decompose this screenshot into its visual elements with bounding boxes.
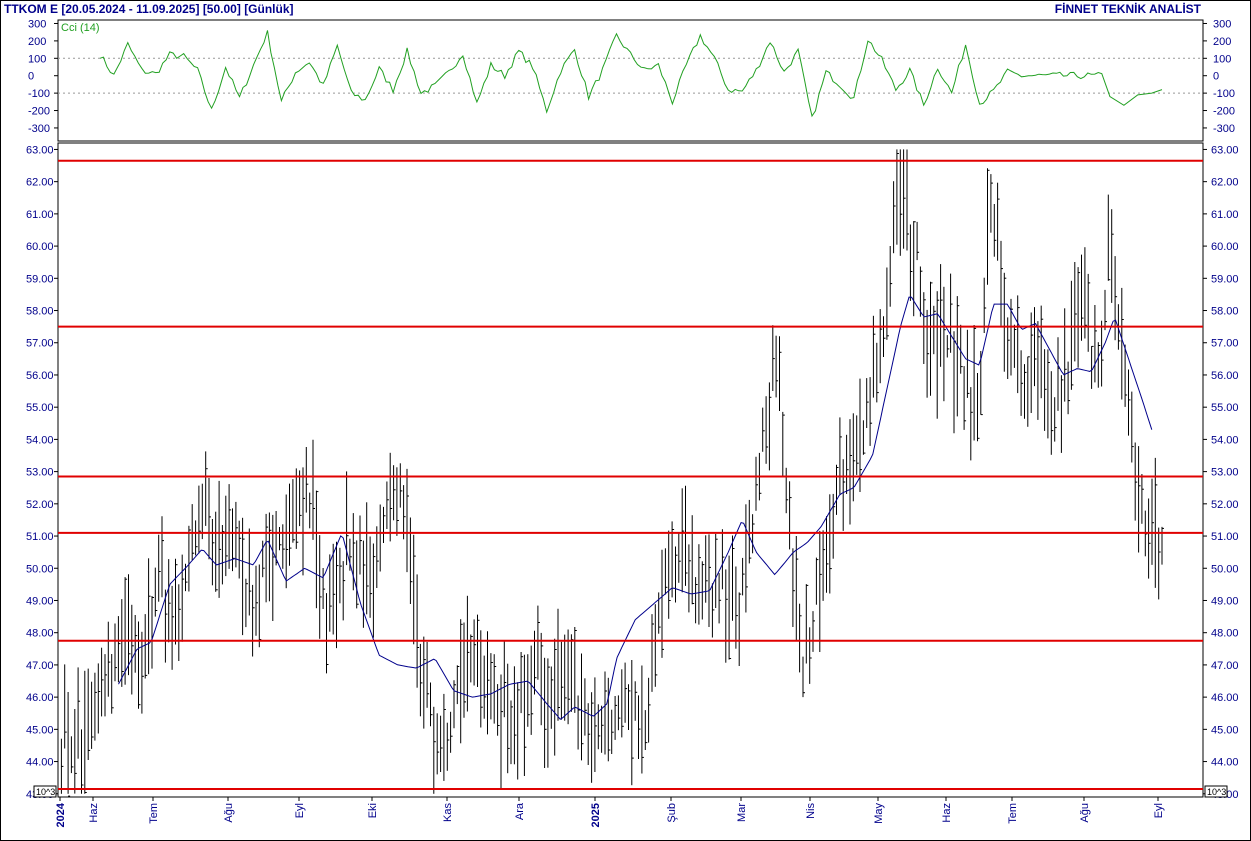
brand-label: FİNNET TEKNİK ANALİST bbox=[1054, 2, 1201, 16]
cci-line bbox=[99, 30, 1163, 118]
x-label-11: Nis bbox=[805, 803, 817, 819]
price-tick-right-7: 56.00 bbox=[1211, 370, 1239, 382]
x-label-6: Kas bbox=[442, 803, 454, 822]
price-tick-left-14: 49.00 bbox=[26, 595, 54, 607]
symbol-label: TTKOM E bbox=[4, 2, 58, 16]
price-tick-right-1: 62.00 bbox=[1211, 177, 1239, 189]
price-tick-right-17: 46.00 bbox=[1211, 692, 1239, 704]
price-tick-left-6: 57.00 bbox=[26, 338, 54, 350]
cci-tick-right-0: 300 bbox=[1213, 18, 1231, 30]
scale-label-right: 10^3 bbox=[1207, 787, 1226, 797]
price-tick-right-4: 59.00 bbox=[1211, 273, 1239, 285]
price-tick-left-15: 48.00 bbox=[26, 628, 54, 640]
cci-tick-right-2: 100 bbox=[1213, 53, 1231, 65]
price-tick-right-14: 49.00 bbox=[1211, 595, 1239, 607]
price-tick-right-18: 45.00 bbox=[1211, 724, 1239, 736]
price-tick-left-2: 61.00 bbox=[26, 209, 54, 221]
price-tick-right-5: 58.00 bbox=[1211, 306, 1239, 318]
price-tick-left-7: 56.00 bbox=[26, 370, 54, 382]
price-tick-right-11: 52.00 bbox=[1211, 499, 1239, 511]
cci-tick-left-0: 300 bbox=[28, 18, 46, 30]
price-tick-right-13: 50.00 bbox=[1211, 563, 1239, 575]
x-label-14: Tem bbox=[1007, 803, 1019, 824]
cci-tick-right-5: -200 bbox=[1213, 106, 1235, 118]
x-label-4: Eyl bbox=[294, 803, 306, 818]
cci-tick-left-6: -300 bbox=[28, 123, 50, 135]
price-tick-left-18: 45.00 bbox=[26, 724, 54, 736]
price-tick-left-8: 55.00 bbox=[26, 402, 54, 414]
price-panel bbox=[57, 142, 1204, 798]
x-label-13: Haz bbox=[941, 803, 953, 823]
price-tick-left-0: 63.00 bbox=[26, 144, 54, 156]
price-tick-left-12: 51.00 bbox=[26, 531, 54, 543]
price-tick-left-5: 58.00 bbox=[26, 306, 54, 318]
price-tick-left-1: 62.00 bbox=[26, 177, 54, 189]
x-label-8: 2025 bbox=[590, 803, 602, 827]
price-tick-left-3: 60.00 bbox=[26, 241, 54, 253]
price-tick-right-19: 44.00 bbox=[1211, 757, 1239, 769]
price-tick-right-0: 63.00 bbox=[1211, 144, 1239, 156]
param-label: [50.00] bbox=[202, 2, 241, 16]
cci-tick-left-2: 100 bbox=[28, 53, 46, 65]
price-tick-left-4: 59.00 bbox=[26, 273, 54, 285]
date-range-label: [20.05.2024 - 11.09.2025] bbox=[61, 2, 200, 16]
cci-legend: Cci (14) bbox=[61, 22, 100, 34]
cci-tick-left-1: 200 bbox=[28, 36, 46, 48]
price-tick-right-12: 51.00 bbox=[1211, 531, 1239, 543]
x-label-9: Şub bbox=[666, 803, 678, 823]
moving-average-line bbox=[118, 296, 1153, 720]
cci-tick-right-1: 200 bbox=[1213, 36, 1231, 48]
x-label-7: Ara bbox=[514, 802, 526, 820]
x-label-0: 2024 bbox=[55, 802, 67, 827]
cci-tick-right-4: -100 bbox=[1213, 88, 1235, 100]
chart-svg: 300 300 200 200 100 100 0 0 -100 -100 -200 -200 -300… bbox=[0, 0, 1251, 841]
price-tick-right-10: 53.00 bbox=[1211, 467, 1239, 479]
x-label-16: Eyl bbox=[1153, 803, 1165, 818]
x-label-2: Tem bbox=[148, 803, 160, 824]
price-tick-right-3: 60.00 bbox=[1211, 241, 1239, 253]
price-tick-left-11: 52.00 bbox=[26, 499, 54, 511]
x-label-5: Eki bbox=[367, 803, 379, 818]
cci-tick-right-6: -300 bbox=[1213, 123, 1235, 135]
cci-panel bbox=[57, 19, 1204, 142]
price-tick-right-8: 55.00 bbox=[1211, 402, 1239, 414]
price-tick-right-6: 57.00 bbox=[1211, 338, 1239, 350]
price-tick-right-16: 47.00 bbox=[1211, 660, 1239, 672]
cci-tick-left-5: -200 bbox=[28, 106, 50, 118]
price-tick-left-9: 54.00 bbox=[26, 434, 54, 446]
price-tick-left-16: 47.00 bbox=[26, 660, 54, 672]
chart-header: TTKOM E [20.05.2024 - 11.09.2025] [50.00… bbox=[4, 2, 294, 16]
cci-tick-left-4: -100 bbox=[28, 88, 50, 100]
price-tick-left-19: 44.00 bbox=[26, 757, 54, 769]
price-tick-right-15: 48.00 bbox=[1211, 628, 1239, 640]
x-label-12: May bbox=[873, 803, 885, 824]
x-label-10: Mar bbox=[736, 803, 748, 822]
price-tick-left-10: 53.00 bbox=[26, 467, 54, 479]
price-tick-right-9: 54.00 bbox=[1211, 434, 1239, 446]
scale-label-left: 10^3 bbox=[36, 787, 55, 797]
price-tick-right-2: 61.00 bbox=[1211, 209, 1239, 221]
cci-tick-right-3: 0 bbox=[1213, 71, 1219, 83]
price-tick-left-17: 46.00 bbox=[26, 692, 54, 704]
period-label: [Günlük] bbox=[244, 2, 294, 16]
x-label-3: Ağu bbox=[223, 803, 235, 823]
price-tick-left-13: 50.00 bbox=[26, 563, 54, 575]
x-label-1: Haz bbox=[88, 803, 100, 823]
cci-tick-left-3: 0 bbox=[28, 71, 34, 83]
chart-window: 300 300 200 200 100 100 0 0 -100 -100 -200 -200 -300… bbox=[0, 0, 1251, 841]
x-label-15: Ağu bbox=[1079, 803, 1091, 823]
